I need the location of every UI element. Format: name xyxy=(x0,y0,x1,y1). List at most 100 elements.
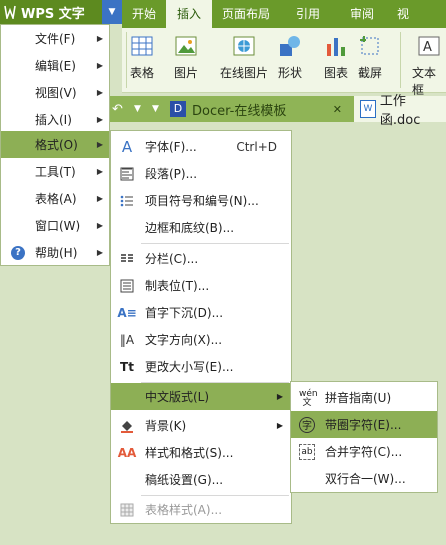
menu-item-label: 窗口(W) xyxy=(35,219,81,233)
menu-item-table[interactable]: 表格(A) ▶ xyxy=(1,185,109,212)
menu-item-combine-chars[interactable]: ab 合并字符(C)... xyxy=(291,438,437,465)
menu-item-window[interactable]: 窗口(W) ▶ xyxy=(1,212,109,239)
chevron-right-icon: ▶ xyxy=(96,221,103,230)
chevron-right-icon: ▶ xyxy=(96,34,103,43)
menu-item-label: 插入(I) xyxy=(35,113,72,127)
chevron-right-icon: ▶ xyxy=(276,421,283,430)
menu-item-edit[interactable]: 编辑(E) ▶ xyxy=(1,52,109,79)
menu-item-label: 更改大小写(E)... xyxy=(145,360,234,374)
online-picture-icon xyxy=(233,36,255,56)
document-tab-strip: ↶ ▼ ▼ D Docer-在线模板 ✕ W 工作函.doc xyxy=(108,94,446,128)
ribbon-divider xyxy=(400,32,401,88)
menu-item-label: 双行合一(W)... xyxy=(325,472,406,486)
menu-item-styles[interactable]: AA 样式和格式(S)... xyxy=(111,439,291,466)
main-menu: 文件(F) ▶ 编辑(E) ▶ 视图(V) ▶ 插入(I) ▶ 格式(O) ▶ 工具(T)… xyxy=(0,24,110,266)
menu-item-label: 文字方向(X)... xyxy=(145,333,223,347)
chevron-right-icon: ▶ xyxy=(96,61,103,70)
chevron-right-icon: ▶ xyxy=(96,167,103,176)
shortcut-label: Ctrl+D xyxy=(236,139,277,154)
tab-view[interactable]: 视 xyxy=(388,0,418,28)
font-icon: A xyxy=(121,137,133,156)
menu-item-paragraph[interactable]: 段落(P)... xyxy=(111,160,291,187)
menu-item-columns[interactable]: 分栏(C)... xyxy=(111,245,291,272)
tab-review[interactable]: 审阅 xyxy=(336,0,388,28)
menu-item-help[interactable]: ? 帮助(H) ▶ xyxy=(1,239,109,266)
menu-item-label: 背景(K) xyxy=(145,419,187,433)
menu-item-bullets[interactable]: 项目符号和编号(N)... xyxy=(111,187,291,214)
menu-item-label: 编辑(E) xyxy=(35,59,76,73)
chinese-layout-submenu: wén 文 拼音指南(U) 字 带圈字符(E)... ab 合并字符(C)... … xyxy=(290,381,438,493)
menu-item-label: 合并字符(C)... xyxy=(325,445,403,459)
online-picture-button[interactable]: 在线图片 xyxy=(220,34,268,81)
menu-item-view[interactable]: 视图(V) ▶ xyxy=(1,79,109,106)
docer-icon: D xyxy=(170,101,186,117)
tab-docer-template[interactable]: D Docer-在线模板 ✕ xyxy=(170,96,348,122)
menu-item-paper-setup[interactable]: 稿纸设置(G)... xyxy=(111,466,291,493)
picture-button[interactable]: 图片 xyxy=(174,34,198,81)
menu-item-label: 分栏(C)... xyxy=(145,252,199,266)
tab-home[interactable]: 开始 xyxy=(122,0,166,28)
menu-item-dropcap[interactable]: A≡ 首字下沉(D)... xyxy=(111,299,291,326)
menu-item-font[interactable]: A 字体(F)... Ctrl+D xyxy=(111,133,291,160)
textbox-button[interactable]: A 文本框 xyxy=(412,34,446,98)
menu-item-file[interactable]: 文件(F) ▶ xyxy=(1,25,109,52)
chevron-down-icon[interactable]: ▼ xyxy=(102,0,122,24)
menu-item-enclosed-char[interactable]: 字 带圈字符(E)... xyxy=(291,411,437,438)
chart-button[interactable]: 图表 xyxy=(324,34,348,81)
chevron-down-icon[interactable]: ▼ xyxy=(134,96,141,122)
ribbon-divider xyxy=(126,32,127,88)
tab-insert[interactable]: 插入 xyxy=(166,0,212,28)
tab-document[interactable]: W 工作函.doc xyxy=(354,94,446,128)
menu-item-label: 视图(V) xyxy=(35,86,77,100)
menu-item-text-direction[interactable]: ‖A 文字方向(X)... xyxy=(111,326,291,353)
bullets-icon xyxy=(119,193,135,209)
chart-button-label: 图表 xyxy=(324,66,349,80)
menu-item-two-lines[interactable]: 双行合一(W)... xyxy=(291,465,437,492)
columns-icon xyxy=(119,251,135,267)
paragraph-icon xyxy=(119,166,135,182)
menu-item-chinese-layout[interactable]: 中文版式(L) ▶ xyxy=(111,383,291,410)
svg-text:A: A xyxy=(423,40,432,55)
menu-item-tab-stops[interactable]: 制表位(T)... xyxy=(111,272,291,299)
app-menu-button[interactable]: WPS 文字 ▼ xyxy=(0,0,122,24)
chevron-down-icon[interactable]: ▼ xyxy=(152,96,159,122)
menu-item-change-case[interactable]: Tt 更改大小写(E)... xyxy=(111,353,291,380)
format-submenu: A 字体(F)... Ctrl+D 段落(P)... 项目符号和编号(N)...… xyxy=(110,130,292,524)
menu-item-label: 稿纸设置(G)... xyxy=(145,473,224,487)
menu-item-insert[interactable]: 插入(I) ▶ xyxy=(1,106,109,133)
docer-tab-label: Docer-在线模板 xyxy=(192,103,287,119)
app-title: WPS 文字 xyxy=(21,6,85,22)
shape-button[interactable]: 形状 xyxy=(278,34,302,81)
combine-chars-icon: ab xyxy=(299,443,315,460)
wps-logo-icon xyxy=(4,5,16,22)
tab-references[interactable]: 引用 xyxy=(280,0,336,28)
menu-item-label: 拼音指南(U) xyxy=(325,391,392,405)
menu-item-label: 样式和格式(S)... xyxy=(145,446,234,460)
menu-item-table-style: 表格样式(A)... xyxy=(111,496,291,523)
menu-item-background[interactable]: 背景(K) ▶ xyxy=(111,412,291,439)
paint-bucket-icon xyxy=(119,418,135,434)
screenshot-button-label: 截屏 xyxy=(358,66,383,80)
table-icon xyxy=(131,36,153,56)
chevron-right-icon: ▶ xyxy=(96,140,103,149)
menu-item-pinyin[interactable]: wén 文 拼音指南(U) xyxy=(291,384,437,411)
document-tab-label: 工作函.doc xyxy=(379,94,421,128)
menu-item-label: 制表位(T)... xyxy=(145,279,210,293)
menu-item-label: 项目符号和编号(N)... xyxy=(145,194,259,208)
picture-icon xyxy=(175,36,197,56)
menu-item-borders[interactable]: 边框和底纹(B)... xyxy=(111,214,291,241)
chevron-right-icon: ▶ xyxy=(96,248,103,257)
menu-item-tools[interactable]: 工具(T) ▶ xyxy=(1,158,109,185)
textbox-icon: A xyxy=(418,36,440,56)
screenshot-button[interactable]: 截屏 xyxy=(358,34,382,81)
chevron-right-icon: ▶ xyxy=(96,88,103,97)
table-button-label: 表格 xyxy=(130,66,155,80)
menu-item-label: 表格(A) xyxy=(35,192,77,206)
undo-icon[interactable]: ↶ xyxy=(112,96,123,122)
menu-item-format[interactable]: 格式(O) ▶ xyxy=(1,131,109,158)
close-icon[interactable]: ✕ xyxy=(333,103,342,116)
table-button[interactable]: 表格 xyxy=(130,34,154,81)
online-picture-button-label: 在线图片 xyxy=(220,66,269,80)
shape-icon xyxy=(280,36,300,56)
tab-layout[interactable]: 页面布局 xyxy=(212,0,280,28)
